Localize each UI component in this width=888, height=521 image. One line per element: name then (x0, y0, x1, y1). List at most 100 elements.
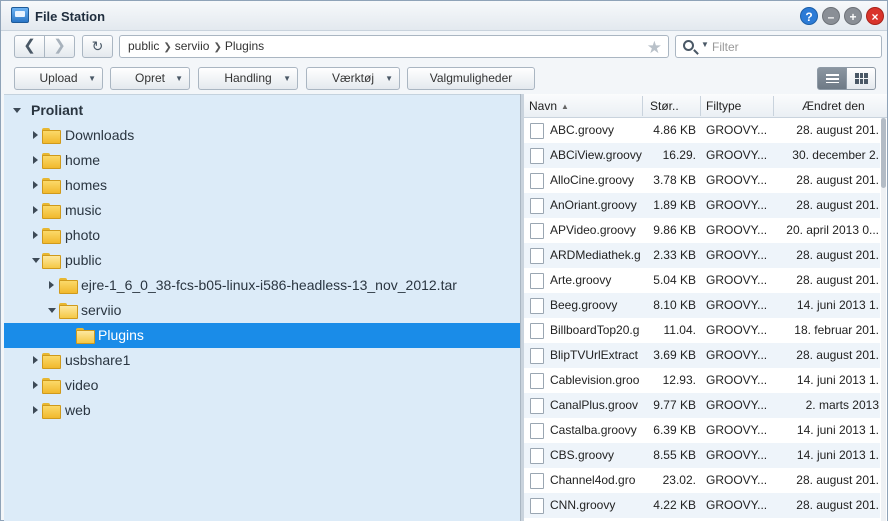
tree-item-music[interactable]: music (4, 198, 520, 223)
file-icon (530, 448, 544, 464)
column-header-name[interactable]: Navn ▲ (529, 99, 569, 113)
file-type: GROOVY... (706, 123, 768, 137)
tree-item-downloads[interactable]: Downloads (4, 123, 520, 148)
file-list: Navn ▲ Stør.. Filtype Ændret den ABC.groo… (524, 94, 887, 521)
file-row[interactable]: Channel4od.gro 23.02. GROOVY... 28. august … (524, 468, 880, 493)
file-row[interactable]: APVideo.groovy 9.86 KB GROOVY... 20. april … (524, 218, 880, 243)
minimize-button[interactable]: – (822, 7, 840, 25)
file-row[interactable]: AnOriant.groovy 1.89 KB GROOVY... 28. augus… (524, 193, 880, 218)
file-row[interactable]: ABCiView.groovy 16.29. GROOVY... 30. decemb… (524, 143, 880, 168)
column-header-type[interactable]: Filtype (706, 99, 741, 113)
file-modified: 2. marts 2013 (805, 398, 879, 412)
search-icon[interactable] (683, 40, 694, 51)
file-row[interactable]: Beeg.groovy 8.10 KB GROOVY... 14. juni 2013… (524, 293, 880, 318)
tree-item-web[interactable]: web (4, 398, 520, 423)
action-button[interactable]: Handling ▼ (198, 67, 298, 90)
options-label: Valgmuligheder (429, 71, 513, 85)
options-button[interactable]: Valgmuligheder (407, 67, 535, 90)
expand-arrow-icon[interactable] (33, 381, 38, 389)
column-header-size[interactable]: Stør.. (650, 99, 679, 113)
file-row[interactable]: BlipTVUrlExtract 3.69 KB GROOVY... 28. augu… (524, 343, 880, 368)
file-icon (530, 148, 544, 164)
file-icon (530, 398, 544, 414)
file-name: Castalba.groovy (550, 423, 637, 437)
tree-item-label: serviio (81, 302, 122, 318)
help-button[interactable]: ? (800, 7, 818, 25)
maximize-button[interactable]: + (844, 7, 862, 25)
file-row[interactable]: CBS.groovy 8.55 KB GROOVY... 14. juni 2013 … (524, 443, 880, 468)
file-row[interactable]: ABC.groovy 4.86 KB GROOVY... 28. august 201… (524, 118, 880, 143)
chevron-down-icon[interactable]: ▼ (701, 40, 709, 49)
expand-arrow-icon[interactable] (33, 231, 38, 239)
filter-search-box[interactable]: ▼ (675, 35, 882, 58)
close-button[interactable]: × (866, 7, 884, 25)
file-name: AlloCine.groovy (550, 173, 635, 187)
refresh-button[interactable]: ↻ (82, 35, 113, 58)
create-button[interactable]: Opret ▼ (110, 67, 190, 90)
filter-input[interactable] (710, 38, 875, 55)
file-row[interactable]: Arte.groovy 5.04 KB GROOVY... 28. august 20… (524, 268, 880, 293)
list-view-button[interactable] (817, 67, 847, 90)
expand-arrow-icon[interactable] (33, 156, 38, 164)
file-size: 1.89 KB (653, 198, 696, 212)
expand-arrow-icon[interactable] (49, 281, 54, 289)
file-size: 4.86 KB (653, 123, 696, 137)
expand-arrow-icon[interactable] (33, 356, 38, 364)
breadcrumb-public[interactable]: public (128, 36, 159, 57)
tree-item-plugins[interactable]: Plugins (4, 323, 520, 348)
scrollbar-thumb[interactable] (881, 118, 886, 188)
file-modified: 14. juni 2013 1. (796, 373, 879, 387)
tools-button[interactable]: Værktøj ▼ (306, 67, 400, 90)
column-header-modified[interactable]: Ændret den (802, 99, 865, 113)
breadcrumb-separator-icon: ❯ (213, 42, 222, 53)
file-icon (530, 473, 544, 489)
chevron-down-icon: ▼ (88, 74, 96, 83)
breadcrumb-serviio[interactable]: serviio (175, 36, 210, 57)
tree-item-home[interactable]: home (4, 148, 520, 173)
tree-root-label: Proliant (31, 102, 84, 118)
collapse-arrow-icon[interactable] (32, 258, 40, 263)
vertical-scrollbar[interactable] (881, 118, 886, 521)
file-row[interactable]: AlloCine.groovy 3.78 KB GROOVY... 28. augus… (524, 168, 880, 193)
file-row[interactable]: BillboardTop20.g 11.04. GROOVY... 18. febru… (524, 318, 880, 343)
file-name: CanalPlus.groov (550, 398, 639, 412)
tree-item-photo[interactable]: photo (4, 223, 520, 248)
expand-arrow-icon[interactable] (33, 181, 38, 189)
file-modified: 28. august 201. (796, 123, 879, 137)
favorite-star-icon[interactable]: ★ (647, 37, 662, 58)
file-size: 8.55 KB (653, 448, 696, 462)
tree-item-ejre-tar[interactable]: ejre-1_6_0_38-fcs-b05-linux-i586-headles… (4, 273, 520, 298)
tree-item-usbshare1[interactable]: usbshare1 (4, 348, 520, 373)
file-type: GROOVY... (706, 173, 768, 187)
breadcrumb-plugins[interactable]: Plugins (225, 36, 264, 57)
upload-button[interactable]: Upload ▼ (14, 67, 103, 90)
tree-item-serviio[interactable]: serviio (4, 298, 520, 323)
column-divider[interactable] (700, 96, 701, 116)
file-icon (530, 423, 544, 439)
file-row[interactable]: ARDMediathek.g 2.33 KB GROOVY... 28. august… (524, 243, 880, 268)
column-divider[interactable] (773, 96, 774, 116)
tree-item-public[interactable]: public (4, 248, 520, 273)
forward-button[interactable]: ❯ (44, 35, 75, 58)
expand-arrow-icon[interactable] (33, 406, 38, 414)
expand-arrow-icon[interactable] (33, 206, 38, 214)
file-icon (530, 348, 544, 364)
upload-label: Upload (39, 71, 78, 85)
collapse-arrow-icon[interactable] (13, 108, 21, 113)
file-size: 4.22 KB (653, 498, 696, 512)
file-row[interactable]: Castalba.groovy 6.39 KB GROOVY... 14. juni … (524, 418, 880, 443)
folder-icon (42, 403, 61, 419)
path-breadcrumb[interactable]: public ❯ serviio ❯ Plugins ★ (119, 35, 669, 58)
tree-item-video[interactable]: video (4, 373, 520, 398)
back-button[interactable]: ❮ (14, 35, 45, 58)
file-size: 11.04. (663, 323, 696, 337)
thumbnail-view-button[interactable] (846, 67, 876, 90)
tree-item-homes[interactable]: homes (4, 173, 520, 198)
expand-arrow-icon[interactable] (33, 131, 38, 139)
file-row[interactable]: CanalPlus.groov 9.77 KB GROOVY... 2. marts … (524, 393, 880, 418)
tree-root[interactable]: Proliant (4, 98, 520, 123)
collapse-arrow-icon[interactable] (48, 308, 56, 313)
column-divider[interactable] (642, 96, 643, 116)
file-row[interactable]: CNN.groovy 4.22 KB GROOVY... 28. august 201… (524, 493, 880, 518)
file-row[interactable]: Cablevision.groo 12.93. GROOVY... 14. juni … (524, 368, 880, 393)
